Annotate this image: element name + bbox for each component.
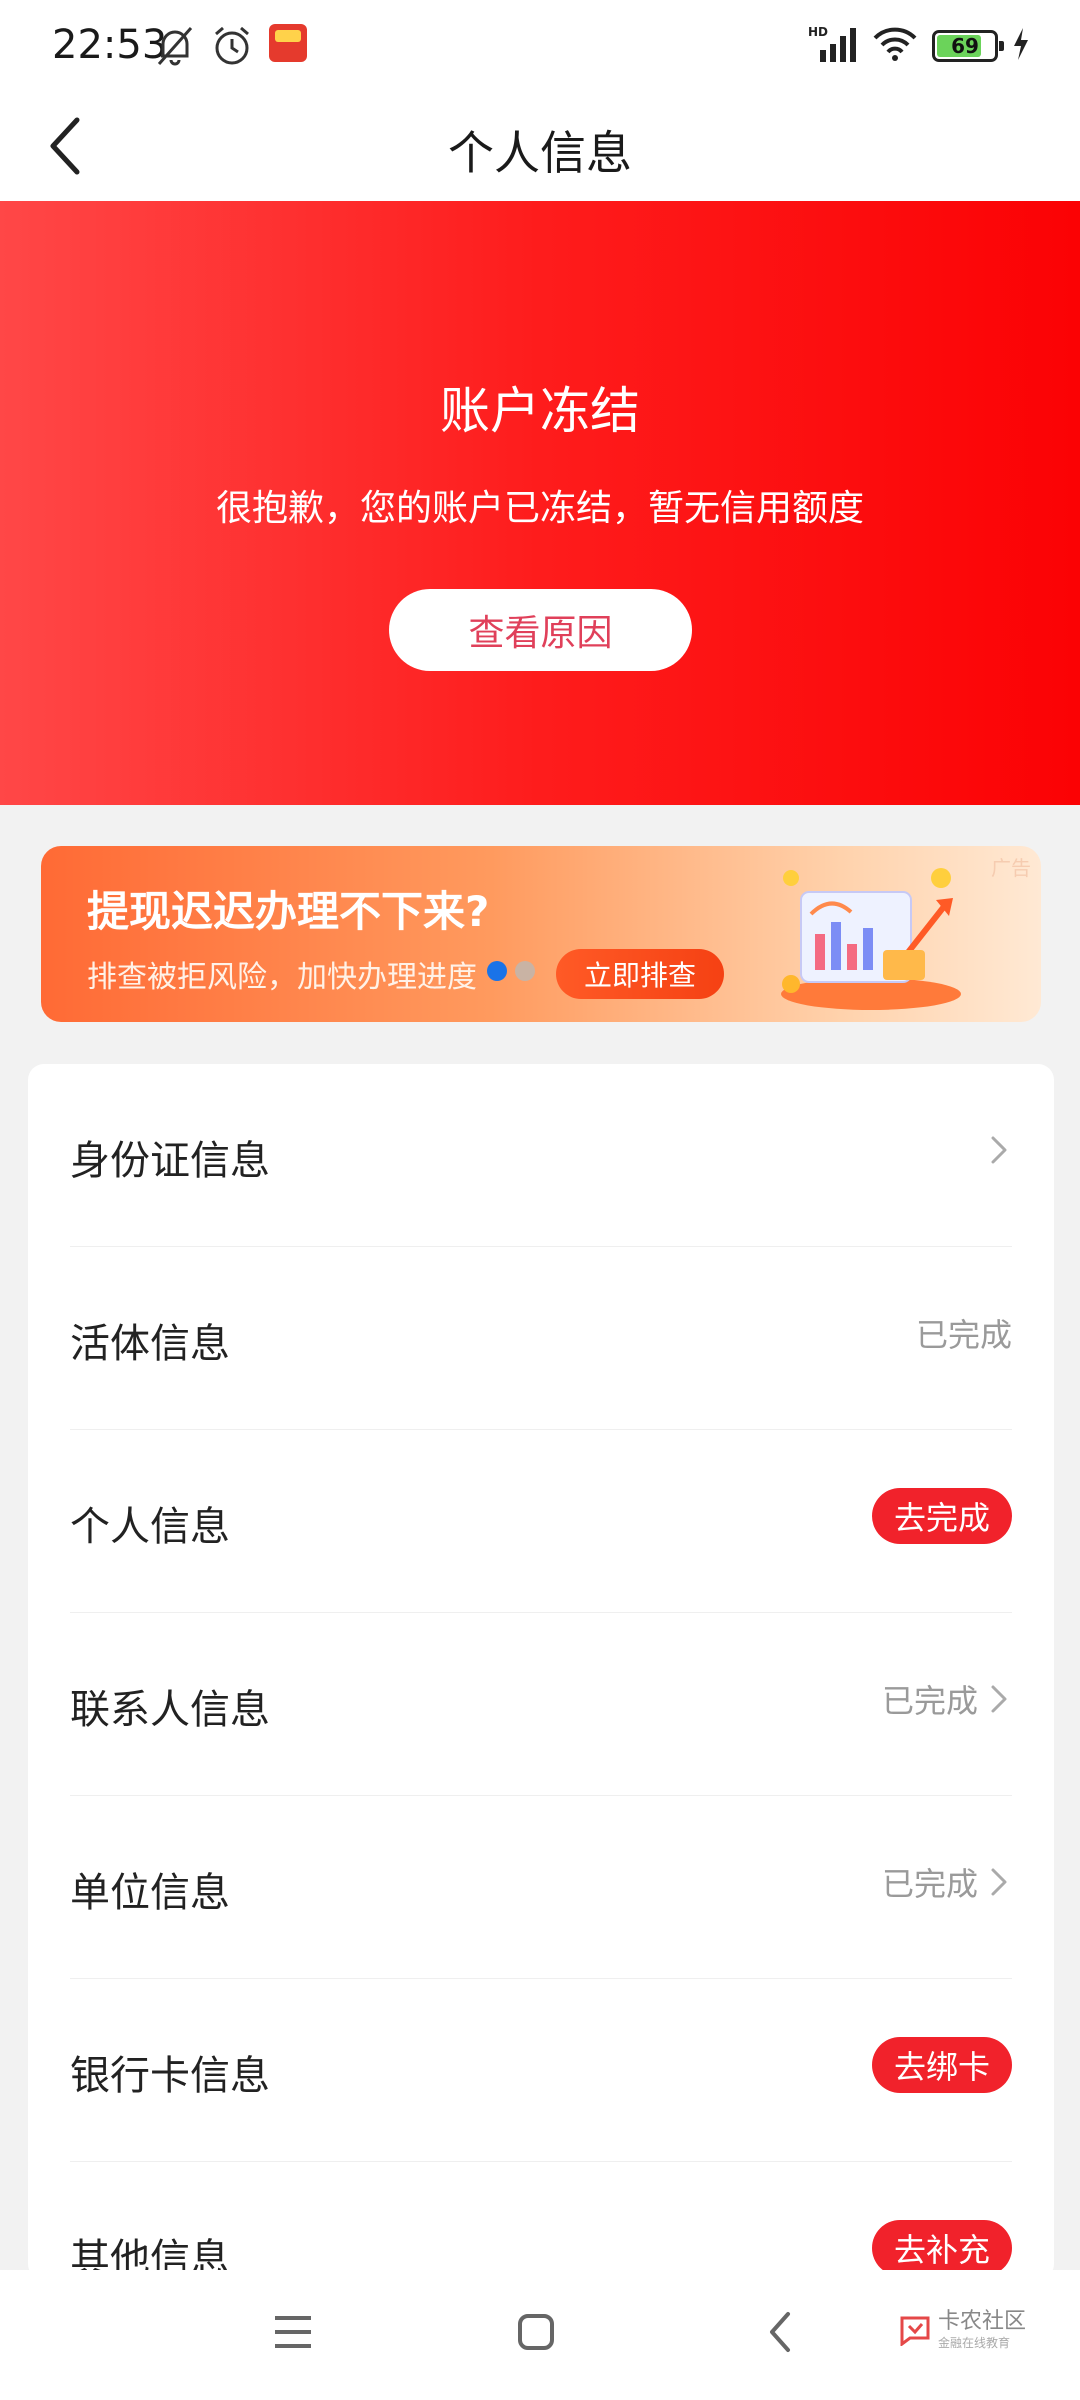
menu-button[interactable]	[263, 2304, 323, 2364]
watermark-logo-icon	[898, 2312, 932, 2350]
action-button[interactable]: 去完成	[871, 1488, 1012, 1544]
info-row[interactable]: 身份证信息	[70, 1064, 1012, 1247]
svg-text:HD: HD	[808, 25, 828, 39]
info-row[interactable]: 银行卡信息 去绑卡	[70, 1979, 1012, 2162]
status-icons-left	[155, 24, 307, 72]
mute-bell-icon	[155, 24, 195, 72]
carousel-dot-active	[487, 961, 507, 981]
info-row[interactable]: 其他信息 去补充	[70, 2162, 1012, 2280]
info-row-right: 去完成	[871, 1488, 1012, 1544]
info-row[interactable]: 联系人信息 已完成	[70, 1613, 1012, 1796]
ad-banner[interactable]: 广告 提现迟迟办理不下来? 排查被拒风险，加快办理进度 立即排查	[41, 846, 1041, 1022]
status-text: 已完成	[881, 1865, 978, 1903]
info-row-label: 银行卡信息	[70, 2053, 270, 2099]
app-badge-icon	[269, 24, 307, 62]
status-icons-right: HD 69	[808, 24, 1030, 68]
info-row-label: 个人信息	[70, 1504, 230, 1550]
page-title: 个人信息	[448, 126, 632, 180]
ad-chart-illustration	[771, 864, 971, 1014]
carousel-dot	[515, 961, 535, 981]
action-button[interactable]: 去补充	[871, 2220, 1012, 2276]
watermark: 卡农社区 金融在线教育	[898, 2309, 1027, 2351]
alarm-icon	[211, 24, 253, 72]
carousel-indicator	[487, 961, 535, 981]
info-row-right: 去补充	[871, 2220, 1012, 2276]
chevron-right-icon	[990, 1132, 1012, 1168]
info-row-right	[990, 1122, 1012, 1178]
home-icon	[516, 2312, 556, 2356]
status-text: 已完成	[915, 1316, 1012, 1354]
ad-tag: 广告	[991, 856, 1031, 880]
view-reason-button[interactable]: 查看原因	[389, 589, 692, 671]
charging-icon	[1012, 27, 1030, 65]
info-row-label: 活体信息	[70, 1321, 230, 1367]
action-button[interactable]: 去绑卡	[871, 2037, 1012, 2093]
info-row[interactable]: 单位信息 已完成	[70, 1796, 1012, 1979]
header: 个人信息	[0, 95, 1080, 201]
info-row-label: 联系人信息	[70, 1687, 270, 1733]
watermark-text: 卡农社区 金融在线教育	[938, 2309, 1027, 2351]
status-time: 22:53	[52, 22, 168, 68]
info-row-right: 已完成	[882, 1854, 1012, 1910]
info-row-right: 已完成	[882, 1671, 1012, 1727]
wifi-icon	[872, 26, 918, 66]
home-button[interactable]	[506, 2304, 566, 2364]
frozen-description: 很抱歉，您的账户已冻结，暂无信用额度	[215, 488, 864, 529]
info-row-right: 已完成	[916, 1305, 1012, 1361]
menu-icon	[271, 2312, 315, 2356]
frozen-title: 账户冻结	[440, 382, 640, 440]
ad-cta-button[interactable]: 立即排查	[556, 949, 724, 999]
system-nav-bar: 卡农社区 金融在线教育	[0, 2270, 1080, 2400]
frozen-banner: 账户冻结 很抱歉，您的账户已冻结，暂无信用额度 查看原因	[0, 201, 1080, 805]
info-row-right: 去绑卡	[871, 2037, 1012, 2093]
status-bar: 22:53 HD 69	[0, 0, 1080, 95]
info-list: 身份证信息 活体信息 已完成 个人信息 去完成 联系人信息 已完成 单位信息 已完成 银行卡信息去…	[28, 1064, 1054, 2280]
info-row-label: 身份证信息	[70, 1138, 270, 1184]
chevron-right-icon	[990, 1681, 1012, 1717]
back-icon	[766, 2310, 794, 2358]
chevron-right-icon	[990, 1864, 1012, 1900]
watermark-main: 卡农社区	[938, 2309, 1027, 2334]
watermark-sub: 金融在线教育	[938, 2336, 1011, 2351]
status-text: 已完成	[881, 1682, 978, 1720]
info-row[interactable]: 活体信息 已完成	[70, 1247, 1012, 1430]
signal-icon: HD	[808, 24, 858, 68]
info-row[interactable]: 个人信息 去完成	[70, 1430, 1012, 1613]
ad-headline: 提现迟迟办理不下来?	[87, 887, 490, 936]
info-row-label: 单位信息	[70, 1870, 230, 1916]
battery-icon: 69	[932, 30, 1004, 62]
nav-back-button[interactable]	[750, 2304, 810, 2364]
ad-subtext: 排查被拒风险，加快办理进度	[87, 960, 477, 995]
battery-level: 69	[951, 34, 979, 58]
